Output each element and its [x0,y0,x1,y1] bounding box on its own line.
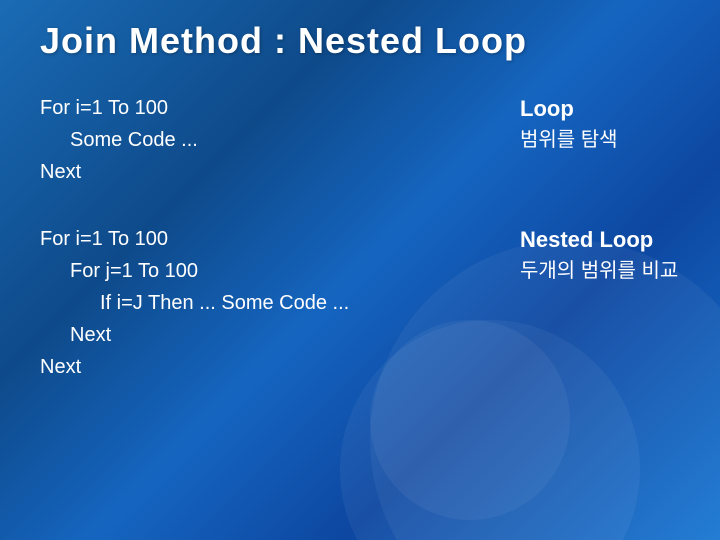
code-nested-line-4: Next [40,319,460,351]
code-nested-line-3: If i=J Then ... Some Code ... [40,287,460,319]
label-simple-loop: Loop 범위를 탐색 [520,92,680,155]
code-nested-line-1: For i=1 To 100 [40,223,460,255]
label-nested-desc: 두개의 범위를 비교 [520,256,680,286]
label-nested-loop: Nested Loop 두개의 범위를 비교 [520,223,680,286]
code-line-1: For i=1 To 100 [40,92,480,124]
page-title: Join Method : Nested Loop [40,20,680,62]
label-nested-title: Nested Loop [520,223,680,256]
code-line-2: Some Code ... [40,124,480,156]
background: Join Method : Nested Loop For i=1 To 100… [0,0,720,540]
label-loop-title: Loop [520,92,680,125]
code-nested-line-5: Next [40,351,460,383]
code-block-nested: For i=1 To 100 For j=1 To 100 If i=J The… [40,223,460,383]
main-content: Join Method : Nested Loop For i=1 To 100… [0,0,720,438]
code-block-simple: For i=1 To 100 Some Code ... Next [40,92,480,188]
label-loop-desc: 범위를 탐색 [520,125,680,155]
section-simple-loop: For i=1 To 100 Some Code ... Next Loop 범… [40,92,680,188]
code-nested-line-2: For j=1 To 100 [40,255,460,287]
code-line-3: Next [40,156,480,188]
section-nested-loop: For i=1 To 100 For j=1 To 100 If i=J The… [40,223,680,383]
